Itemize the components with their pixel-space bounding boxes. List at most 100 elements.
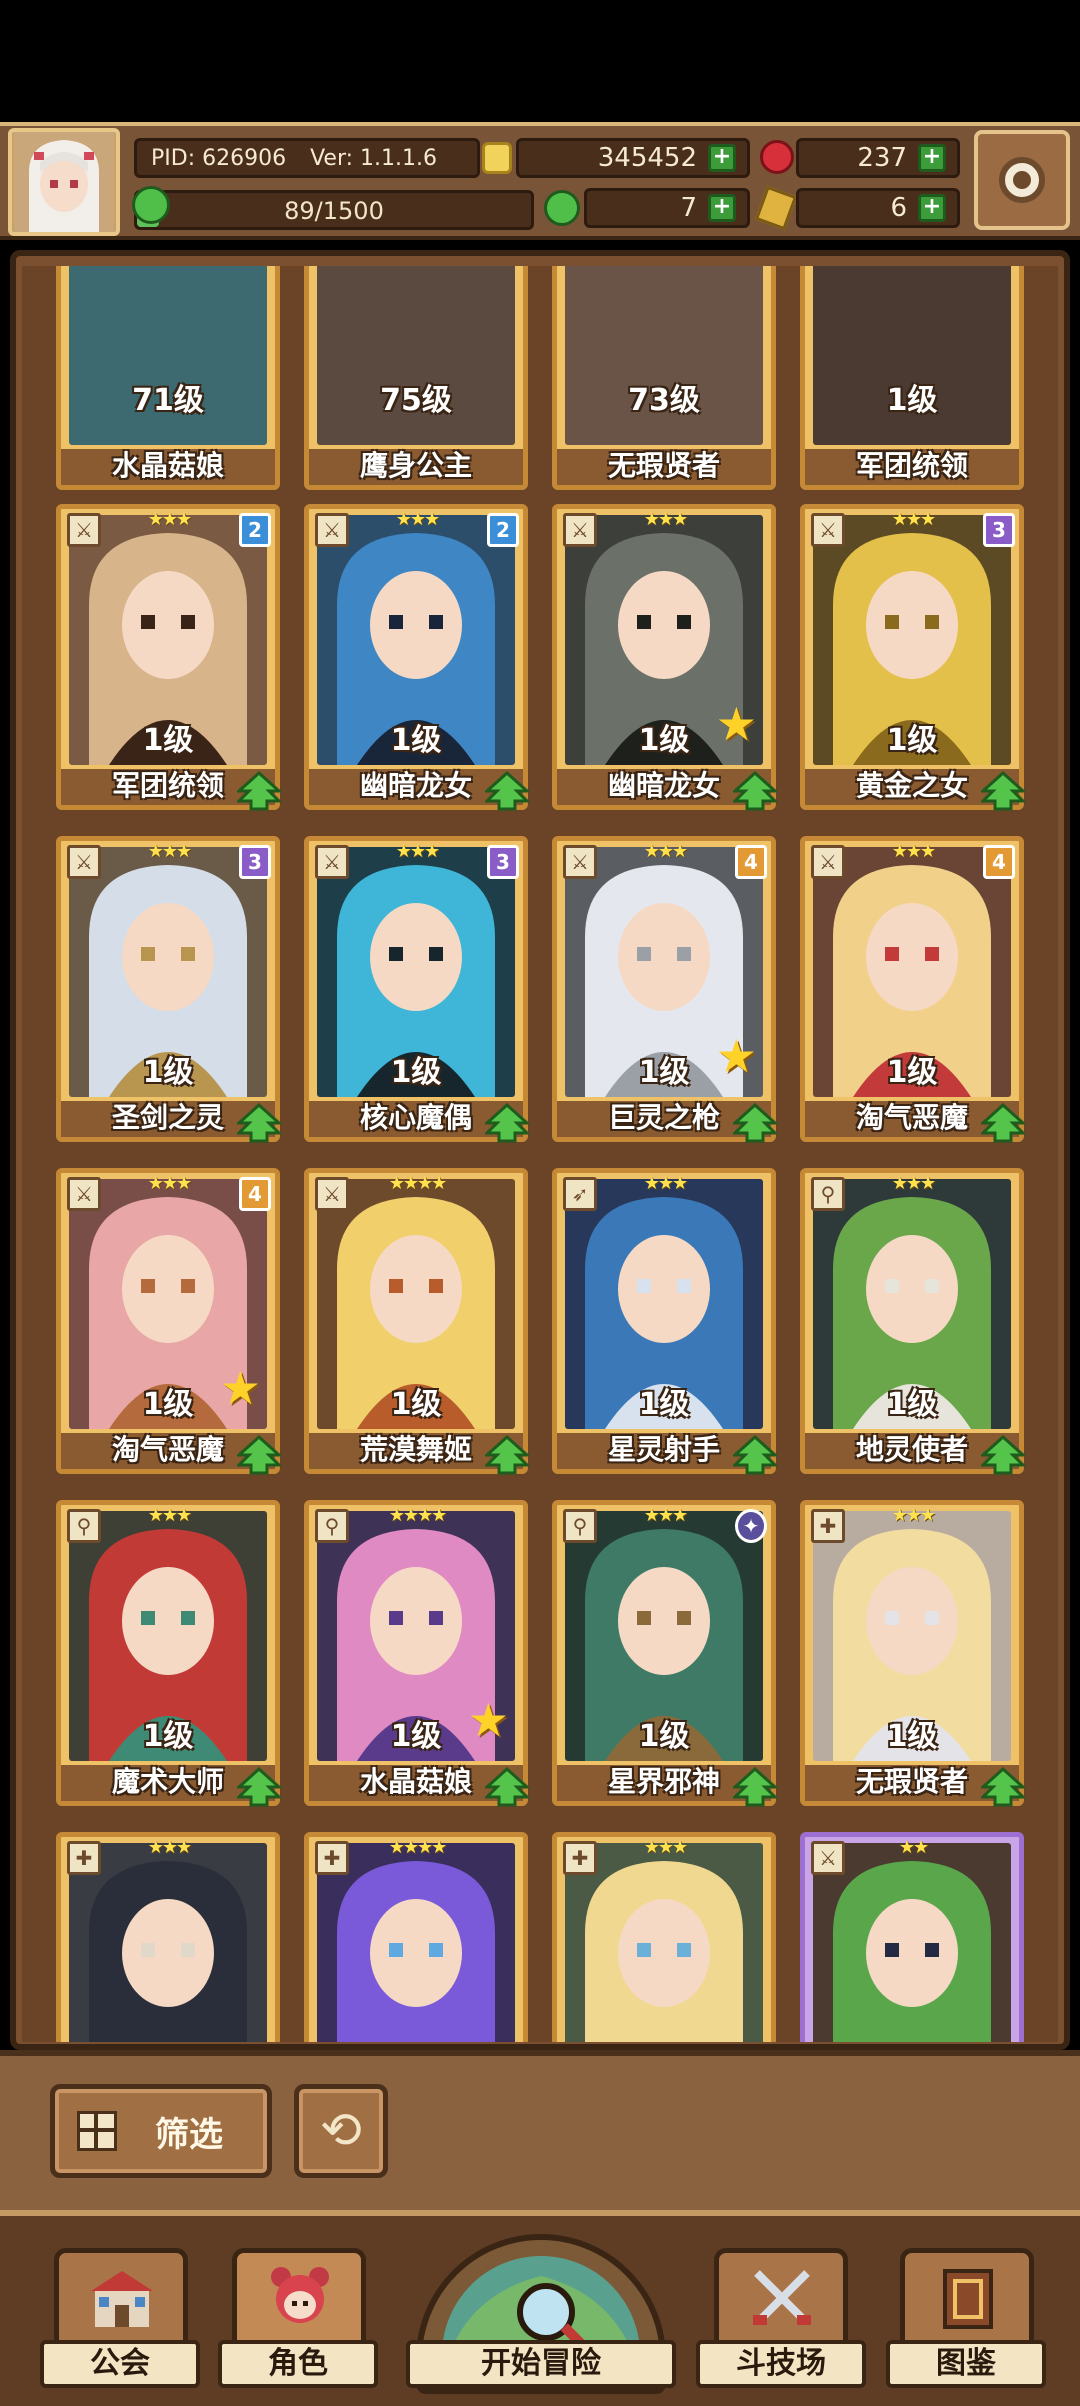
player-avatar[interactable] — [8, 128, 120, 236]
refresh-icon: ⟲ — [320, 2101, 362, 2159]
staff-icon: ⚲ — [811, 1177, 845, 1211]
character-grid[interactable]: 71级 水晶菇娘 75级 鹰身公主 73级 无瑕贤者 1级 军团统领 ★★★ ⚔… — [22, 266, 1058, 2042]
character-card[interactable]: 1级 军团统领 — [800, 266, 1024, 490]
nav-guild-label: 公会 — [40, 2340, 200, 2388]
clover-level-icon — [132, 186, 170, 224]
rarity-stars: ★★★ — [147, 1505, 192, 1526]
character-card[interactable]: ★★★ ⚔ 1级 幽暗龙女 ★ — [552, 504, 777, 811]
character-card[interactable]: 75级 鹰身公主 — [304, 266, 528, 490]
sword-icon: ⚔ — [315, 513, 349, 547]
upgrade-arrow-icon[interactable] — [981, 1767, 1025, 1807]
character-level: 73级 — [628, 383, 700, 418]
settings-button[interactable] — [974, 130, 1070, 230]
sword-icon: ⚔ — [563, 845, 597, 879]
character-card[interactable]: ★★★★ ✚ 1级 许愿灯灵 — [304, 1832, 528, 2042]
upgrade-arrow-icon[interactable] — [733, 771, 777, 811]
gold-amount: 345452 — [597, 143, 697, 173]
exp-bar: 89/1500 — [134, 190, 534, 230]
sword-icon: ⚔ — [315, 1177, 349, 1211]
upgrade-arrow-icon[interactable] — [981, 1435, 1025, 1475]
character-card[interactable]: ★★★ ⚔ 1级 军团统领 2 — [56, 504, 281, 811]
staff-icon: ⚲ — [315, 1509, 349, 1543]
character-card[interactable]: ★★★ ⚔ 1级 幽暗龙女 2 — [304, 504, 529, 811]
filter-label: 筛选 — [155, 2115, 223, 2155]
filter-button[interactable]: 筛选 — [50, 2084, 272, 2178]
sword-icon: ⚔ — [67, 845, 101, 879]
fragment-amount: 6 — [890, 193, 907, 223]
rarity-stars: ★★★ — [395, 841, 440, 862]
rarity-stars: ★★★ — [643, 1173, 688, 1194]
cross-icon: ✚ — [67, 1841, 101, 1875]
upgrade-arrow-icon[interactable] — [981, 771, 1025, 811]
rarity-stars: ★★★ — [643, 1837, 688, 1858]
favorite-star-icon: ★ — [219, 1361, 261, 1415]
upgrade-arrow-icon[interactable] — [237, 1435, 281, 1475]
sword-icon: ⚔ — [563, 513, 597, 547]
book-icon — [943, 2269, 993, 2329]
character-card[interactable]: ★★ ⚔ 1级 狩猎勇士 — [800, 1832, 1024, 2042]
ruby-icon — [760, 140, 794, 174]
character-name: 鹰身公主 — [309, 449, 523, 485]
pid-version-box: PID: 626906 Ver: 1.1.1.6 — [134, 138, 480, 178]
character-level: 1级 — [638, 1387, 690, 1422]
character-card[interactable]: ★★★ ⚲ 1级 地灵使者 — [800, 1168, 1025, 1475]
clover-icon — [544, 190, 580, 226]
character-name: 无瑕贤者 — [557, 449, 771, 485]
character-card[interactable]: ★★★ ⚔ 1级 淘气恶魔 4 — [800, 836, 1025, 1143]
character-card[interactable]: ★★★ ⚔ 1级 核心魔偶 3 — [304, 836, 529, 1143]
character-name: 军团统领 — [805, 449, 1019, 485]
nav-adventure-label: 开始冒险 — [406, 2340, 676, 2388]
gear-icon — [999, 157, 1045, 203]
character-card[interactable]: ★★★ ⚔ 1级 黄金之女 3 — [800, 504, 1025, 811]
character-card[interactable]: ★★★ ⚔ 1级 圣剑之灵 3 — [56, 836, 281, 1143]
upgrade-arrow-icon[interactable] — [485, 1103, 529, 1143]
character-card[interactable]: ★★★★ ⚲ 1级 水晶菇娘 ★ — [304, 1500, 529, 1807]
add-gem-button[interactable]: + — [918, 144, 946, 172]
character-card[interactable]: ★★★★ ⚔ 1级 荒漠舞姬 — [304, 1168, 529, 1475]
character-level: 71级 — [132, 383, 204, 418]
upgrade-arrow-icon[interactable] — [981, 1103, 1025, 1143]
rarity-stars: ★★★ — [891, 1505, 936, 1526]
character-card[interactable]: ★★★ ✚ 1级 无瑕贤者 — [800, 1500, 1025, 1807]
nav-arena-label: 斗技场 — [696, 2340, 866, 2388]
upgrade-arrow-icon[interactable] — [733, 1767, 777, 1807]
upgrade-arrow-icon[interactable] — [485, 1435, 529, 1475]
exp-text: 89/1500 — [284, 197, 384, 225]
upgrade-arrow-icon[interactable] — [237, 1103, 281, 1143]
grid-filter-icon — [77, 2111, 117, 2151]
character-level: 1级 — [886, 1387, 938, 1422]
bow-icon: ➶ — [563, 1177, 597, 1211]
character-card[interactable]: ★★★ ⚔ 1级 巨灵之枪 4 ★ — [552, 836, 777, 1143]
upgrade-arrow-icon[interactable] — [237, 1767, 281, 1807]
character-card[interactable]: ★★★ ⚔ 1级 淘气恶魔 4 ★ — [56, 1168, 281, 1475]
character-card[interactable]: ★★★ ➶ 1级 星灵射手 — [552, 1168, 777, 1475]
clover-amount: 7 — [680, 193, 697, 223]
rank-badge: 3 — [983, 513, 1015, 547]
upgrade-arrow-icon[interactable] — [733, 1103, 777, 1143]
upgrade-arrow-icon[interactable] — [485, 771, 529, 811]
character-card[interactable]: ★★★ ⚲ 1级 星界邪神 ✦ — [552, 1500, 777, 1807]
character-level: 1级 — [390, 723, 442, 758]
character-level: 1级 — [638, 1719, 690, 1754]
character-card[interactable]: ★★★ ⚲ 1级 魔术大师 — [56, 1500, 281, 1807]
character-level: 1级 — [142, 723, 194, 758]
character-card[interactable]: 73级 无瑕贤者 — [552, 266, 776, 490]
nav-characters-label: 角色 — [218, 2340, 378, 2388]
character-name: 水晶菇娘 — [61, 449, 275, 485]
add-clover-button[interactable]: + — [708, 194, 736, 222]
refresh-button[interactable]: ⟲ — [294, 2084, 388, 2178]
upgrade-arrow-icon[interactable] — [733, 1435, 777, 1475]
rarity-stars: ★★★ — [147, 509, 192, 530]
rarity-stars: ★★★★ — [388, 1173, 448, 1194]
character-level: 1级 — [886, 723, 938, 758]
upgrade-arrow-icon[interactable] — [237, 771, 281, 811]
sword-icon: ⚔ — [67, 1177, 101, 1211]
add-gold-button[interactable]: + — [708, 144, 736, 172]
upgrade-arrow-icon[interactable] — [485, 1767, 529, 1807]
favorite-star-icon: ★ — [467, 1693, 509, 1747]
character-card[interactable]: ★★★ ✚ 1级 异界旅人 — [56, 1832, 280, 2042]
character-card[interactable]: ★★★ ✚ 1级 林中仙女 — [552, 1832, 776, 2042]
character-card[interactable]: 71级 水晶菇娘 — [56, 266, 280, 490]
add-fragment-button[interactable]: + — [918, 194, 946, 222]
rarity-stars: ★★★ — [643, 509, 688, 530]
